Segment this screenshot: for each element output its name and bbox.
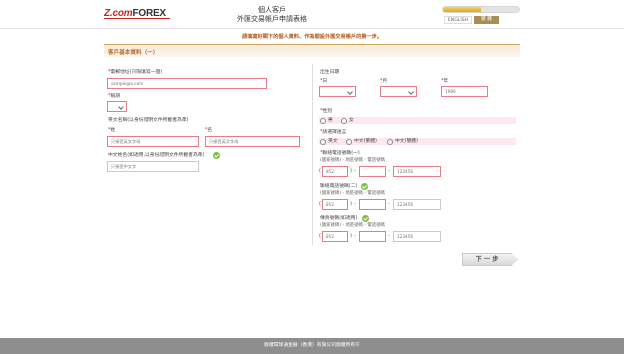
- fax-close-paren: ): [350, 233, 352, 239]
- language-english-button[interactable]: ENGLISH: [444, 16, 472, 24]
- email-label-text: 電郵地址(只限填寫一個): [110, 70, 163, 75]
- dob-label: 出生日期: [320, 70, 340, 75]
- surname-label-text: 姓: [110, 128, 116, 133]
- surname-label: *姓: [108, 128, 116, 133]
- language-chinese-button[interactable]: 繁 體: [474, 16, 499, 24]
- phone2-dash-2: -: [388, 201, 390, 207]
- check-icon: [362, 215, 369, 222]
- language-english-label: 英文: [328, 138, 338, 144]
- surname-field[interactable]: [107, 136, 199, 147]
- phone1-open-paren: (: [319, 168, 321, 174]
- section-header: 客戶基本資料（一）: [104, 44, 520, 57]
- gender-radio-row: 男 女: [319, 117, 516, 124]
- fax-dash-2: -: [388, 233, 390, 239]
- logo-underline: [104, 18, 170, 19]
- phone1-close-paren: ): [350, 168, 352, 174]
- language-traditional-label: 中文(繁體): [354, 138, 377, 144]
- check-icon: [361, 183, 368, 190]
- language-simplified-radio[interactable]: [387, 138, 393, 145]
- email-label: *電郵地址(只限填寫一個): [108, 70, 163, 75]
- section-title: 客戶基本資料（一）: [108, 50, 159, 56]
- phone1-country-field[interactable]: [322, 166, 348, 177]
- phone1-dash-2: -: [388, 168, 390, 174]
- title-label-text: 稱謂: [110, 94, 121, 99]
- page-title-line2: 外匯交易帳戶申請表格: [237, 15, 307, 23]
- phone2-number-field[interactable]: [393, 199, 441, 210]
- gender-female-label: 女: [349, 117, 354, 123]
- language-radio-row: 英文 中文(繁體) 中文(簡體): [319, 138, 516, 145]
- phone2-format-hint: (國家號碼) - 地區號碼 - 電話號碼: [320, 191, 385, 196]
- progress-fill: [443, 7, 481, 12]
- language-label: *請選擇語言: [320, 130, 347, 135]
- fax-label: 傳真號碼(如適用): [320, 216, 358, 221]
- fax-open-paren: (: [319, 233, 321, 239]
- fax-number-field[interactable]: [393, 231, 441, 242]
- phone1-number-field[interactable]: [393, 166, 441, 177]
- language-simplified-label: 中文(簡體): [395, 138, 418, 144]
- check-icon: [213, 152, 220, 159]
- phone2-label: 聯絡電話號碼(二): [320, 184, 358, 189]
- month-label: *月: [380, 79, 388, 84]
- phone1-dash-1: -: [354, 168, 356, 174]
- phone2-open-paren: (: [319, 201, 321, 207]
- year-label: *年: [441, 79, 449, 84]
- gender-male-radio[interactable]: [320, 117, 326, 124]
- given-name-label-text: 名: [207, 128, 213, 133]
- progress-bar: [442, 6, 520, 13]
- column-divider: [312, 64, 313, 245]
- day-label: *日: [320, 79, 328, 84]
- given-name-label: *名: [205, 128, 213, 133]
- phone2-close-paren: ): [350, 201, 352, 207]
- footer-copyright: 版權環球通金融（香港）有限公司版權所有©: [0, 338, 624, 354]
- phone1-format-hint: (國家號碼) - 地區號碼 - 電話號碼: [320, 158, 385, 163]
- phone1-label: *聯絡電話號碼(一): [320, 151, 360, 156]
- language-label-text: 請選擇語言: [322, 130, 347, 135]
- chinese-name-field[interactable]: [107, 161, 199, 172]
- month-label-text: 月: [382, 79, 388, 84]
- phone1-label-text: 聯絡電話號碼(一): [322, 151, 360, 156]
- application-page: Z.comFOREX 個人客戶 外匯交易帳戶申請表格 ENGLISH 繁 體 請…: [0, 0, 624, 354]
- fax-area-field[interactable]: [359, 231, 386, 242]
- month-select[interactable]: [380, 86, 417, 97]
- fax-country-field[interactable]: [322, 231, 348, 242]
- page-title-line1: 個人客戶: [258, 6, 286, 14]
- given-name-field[interactable]: [205, 136, 300, 147]
- gender-male-label: 男: [328, 117, 333, 123]
- day-label-text: 日: [322, 79, 328, 84]
- fax-dash-1: -: [354, 233, 356, 239]
- chinese-name-label: 中文姓名(如適用,以身份證明文件所載者為準): [108, 153, 205, 158]
- language-english-radio[interactable]: [320, 138, 326, 145]
- gender-female-radio[interactable]: [341, 117, 347, 124]
- email-field[interactable]: [107, 78, 267, 89]
- page-title: 個人客戶 外匯交易帳戶申請表格: [222, 6, 322, 24]
- day-select[interactable]: [319, 86, 356, 97]
- phone1-area-field[interactable]: [359, 166, 386, 177]
- header: Z.comFOREX 個人客戶 外匯交易帳戶申請表格 ENGLISH 繁 體: [0, 0, 624, 29]
- instruction-notice: 請填寫好閣下的個人資料、作為開設外匯交易帳戶的第一步。: [241, 34, 383, 40]
- next-step-button[interactable]: 下 一 步: [462, 253, 518, 266]
- language-traditional-radio[interactable]: [346, 138, 352, 145]
- phone2-country-field[interactable]: [322, 199, 348, 210]
- phone2-dash-1: -: [354, 201, 356, 207]
- english-name-label: 英文名稱(以身份證明文件所載者為準): [108, 118, 189, 123]
- title-label: *稱謂: [108, 94, 121, 99]
- year-field[interactable]: [441, 86, 488, 97]
- gender-label: *性別: [320, 109, 333, 114]
- year-label-text: 年: [443, 79, 449, 84]
- phone2-area-field[interactable]: [359, 199, 386, 210]
- fax-format-hint: (國家號碼) - 地區號碼 - 電話號碼: [320, 223, 385, 228]
- gender-label-text: 性別: [322, 109, 333, 114]
- title-select[interactable]: [107, 101, 127, 112]
